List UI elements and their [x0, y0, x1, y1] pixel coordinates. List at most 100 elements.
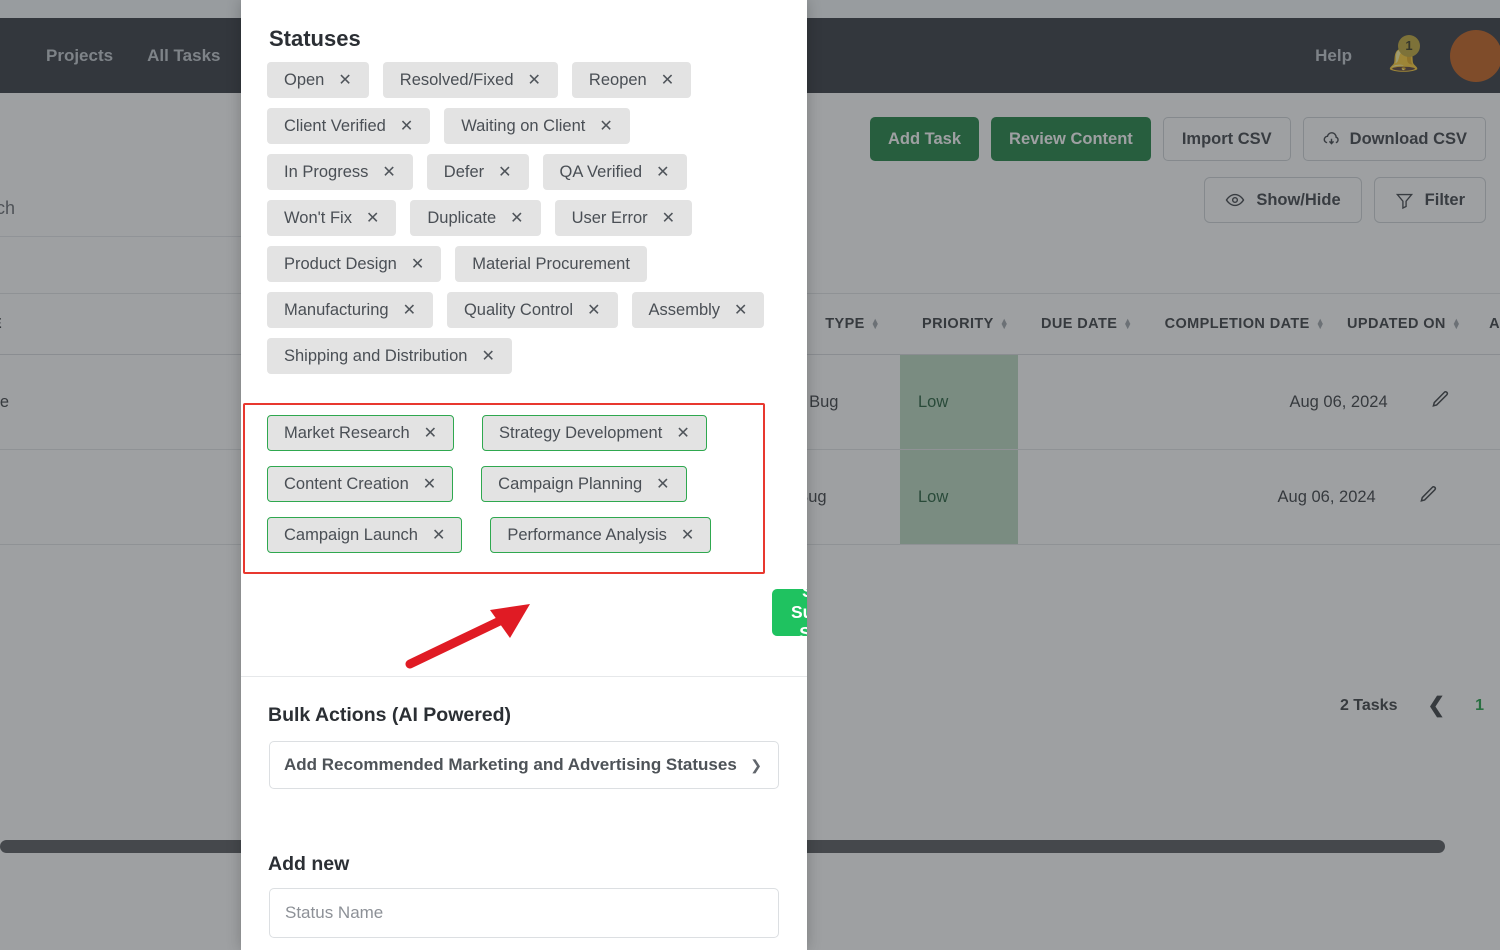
filter-button[interactable]: Filter — [1374, 177, 1486, 223]
status-name-input[interactable] — [269, 888, 779, 938]
status-chip[interactable]: Duplicate✕ — [410, 200, 540, 236]
status-chip[interactable]: In Progress✕ — [267, 154, 413, 190]
close-x-icon[interactable]: ✕ — [587, 300, 600, 320]
suggested-status-chip[interactable]: Campaign Launch ✕ — [267, 517, 462, 553]
save-all-suggested-statuses-button[interactable]: Save All Suggested Statuses — [772, 589, 807, 636]
close-x-icon[interactable]: ✕ — [599, 116, 612, 136]
download-csv-label: Download CSV — [1350, 130, 1467, 149]
close-x-icon[interactable]: ✕ — [400, 116, 413, 136]
status-chip[interactable]: Client Verified ✕ — [267, 108, 430, 144]
column-header-updated-on[interactable]: UPDATED ON ▲▼ — [1347, 316, 1461, 332]
status-chip[interactable]: Reopen✕ — [572, 62, 691, 98]
close-x-icon[interactable]: ✕ — [338, 70, 351, 90]
close-x-icon[interactable]: ✕ — [411, 254, 424, 274]
suggested-status-chip[interactable]: Performance Analysis ✕ — [490, 517, 711, 553]
page-title: Statuses — [269, 26, 361, 52]
status-chip[interactable]: User Error✕ — [555, 200, 693, 236]
filter-label: Filter — [1425, 191, 1465, 210]
page-number-1[interactable]: 1 — [1475, 697, 1484, 715]
close-x-icon[interactable]: ✕ — [734, 300, 747, 320]
priority-cell: Low — [900, 450, 1018, 544]
close-x-icon[interactable]: ✕ — [403, 300, 416, 320]
chevron-left-icon[interactable]: ❮ — [1427, 693, 1445, 718]
notification-bell-button[interactable]: 🔔 1 — [1386, 39, 1416, 73]
suggested-status-chip[interactable]: Campaign Planning ✕ — [481, 466, 686, 502]
import-csv-button[interactable]: Import CSV — [1163, 117, 1291, 161]
task-type: Bug — [809, 393, 838, 412]
column-header-type[interactable]: TYPE ▲▼ — [825, 316, 880, 332]
status-chip[interactable]: Manufacturing✕ — [267, 292, 433, 328]
close-x-icon[interactable]: ✕ — [528, 70, 541, 90]
status-label: Campaign Launch — [284, 526, 418, 545]
bulk-action-selected-value: Add Recommended Marketing and Advertisin… — [284, 755, 737, 775]
nav-link-projects[interactable]: Projects — [46, 46, 113, 66]
status-chip[interactable]: Shipping and Distribution✕ — [267, 338, 512, 374]
nav-right-group: Help 🔔 1 — [1315, 30, 1486, 82]
status-chip[interactable]: Quality Control✕ — [447, 292, 618, 328]
suggested-status-chip[interactable]: Strategy Development ✕ — [482, 415, 707, 451]
status-chip[interactable]: Resolved/Fixed✕ — [383, 62, 558, 98]
funnel-icon — [1395, 191, 1414, 210]
eye-icon — [1225, 190, 1245, 210]
status-chip[interactable]: QA Verified✕ — [543, 154, 687, 190]
close-x-icon[interactable]: ✕ — [681, 525, 694, 545]
add-task-button[interactable]: Add Task — [870, 117, 979, 161]
column-header-actions[interactable]: A — [1489, 316, 1500, 332]
status-label: Campaign Planning — [498, 475, 642, 494]
sort-icon: ▲▼ — [871, 319, 880, 329]
status-label: Market Research — [284, 424, 410, 443]
close-x-icon[interactable]: ✕ — [661, 70, 674, 90]
status-chip[interactable]: Material Procurement — [455, 246, 647, 282]
close-x-icon[interactable]: ✕ — [366, 208, 379, 228]
action-button-row: Add Task Review Content Import CSV Downl… — [870, 117, 1486, 161]
close-x-icon[interactable]: ✕ — [382, 162, 395, 182]
add-new-title: Add new — [268, 853, 349, 876]
red-arrow-annotation — [398, 596, 548, 676]
nav-link-help[interactable]: Help — [1315, 46, 1352, 66]
status-chip[interactable]: Waiting on Client✕ — [444, 108, 630, 144]
status-chip[interactable]: Product Design✕ — [267, 246, 441, 282]
column-header-due-date[interactable]: DUE DATE ▲▼ — [1041, 316, 1133, 332]
close-x-icon[interactable]: ✕ — [481, 346, 494, 366]
status-label: Material Procurement — [472, 255, 630, 274]
suggested-status-chip[interactable]: Content Creation ✕ — [267, 466, 453, 502]
show-hide-label: Show/Hide — [1256, 191, 1340, 210]
status-chip[interactable]: Won't Fix ✕ — [267, 200, 396, 236]
close-x-icon[interactable]: ✕ — [656, 474, 669, 494]
column-header-e[interactable]: E — [0, 316, 19, 332]
column-header-completion-date[interactable]: COMPLETION DATE ▲▼ — [1165, 316, 1325, 332]
avatar[interactable] — [1450, 30, 1500, 82]
status-label: Performance Analysis — [507, 526, 667, 545]
close-x-icon[interactable]: ✕ — [676, 423, 689, 443]
review-content-button[interactable]: Review Content — [991, 117, 1151, 161]
column-header-priority[interactable]: PRIORITY ▲▼ — [922, 316, 1009, 332]
status-chip[interactable]: Assembly ✕ — [632, 292, 765, 328]
suggested-status-chip[interactable]: Market Research ✕ — [267, 415, 454, 451]
close-x-icon[interactable]: ✕ — [423, 474, 436, 494]
close-x-icon[interactable]: ✕ — [510, 208, 523, 228]
close-x-icon[interactable]: ✕ — [662, 208, 675, 228]
status-label: Won't Fix — [284, 209, 352, 228]
pencil-edit-icon[interactable] — [1418, 484, 1439, 510]
nav-link-all-tasks[interactable]: All Tasks — [147, 46, 220, 66]
close-x-icon[interactable]: ✕ — [432, 525, 445, 545]
suggested-statuses-chip-list: Market Research ✕ Strategy Development ✕ C… — [267, 415, 787, 553]
task-updated-on: Aug 06, 2024 — [1289, 393, 1387, 412]
download-csv-button[interactable]: Download CSV — [1303, 117, 1486, 161]
status-label: Content Creation — [284, 475, 409, 494]
close-x-icon[interactable]: ✕ — [656, 162, 669, 182]
statuses-chip-list: Open✕ Resolved/Fixed✕ Reopen✕ Client Ver… — [267, 62, 783, 374]
status-label: Assembly — [649, 301, 721, 320]
status-chip[interactable]: Open✕ — [267, 62, 369, 98]
pencil-edit-icon[interactable] — [1430, 389, 1451, 415]
status-chip[interactable]: Defer✕ — [427, 154, 529, 190]
close-x-icon[interactable]: ✕ — [424, 423, 437, 443]
search-placeholder: earch — [0, 198, 15, 219]
status-label: Strategy Development — [499, 424, 662, 443]
status-label: Client Verified — [284, 117, 386, 136]
bulk-action-select[interactable]: Add Recommended Marketing and Advertisin… — [269, 741, 779, 789]
close-x-icon[interactable]: ✕ — [498, 162, 511, 182]
sort-icon: ▲▼ — [1452, 319, 1461, 329]
show-hide-button[interactable]: Show/Hide — [1204, 177, 1361, 223]
cloud-download-icon — [1322, 130, 1341, 149]
